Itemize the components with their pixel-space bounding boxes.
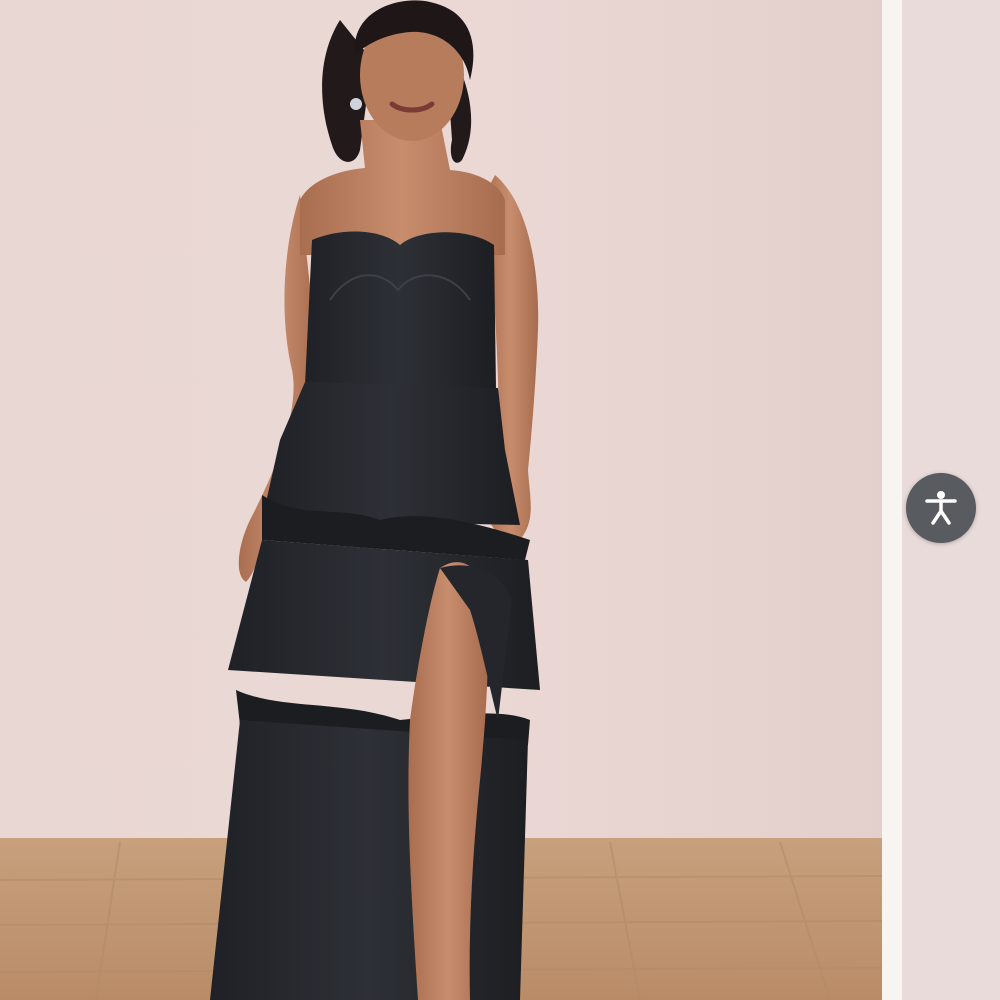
earring	[350, 98, 362, 110]
accessibility-icon	[925, 491, 957, 525]
skirt-tier-1	[262, 382, 520, 525]
accessibility-button[interactable]	[906, 473, 976, 543]
dress-model-illustration	[0, 0, 882, 1000]
product-photo[interactable]	[0, 0, 882, 1000]
gallery-divider	[882, 0, 902, 1000]
product-gallery	[0, 0, 1000, 1000]
bodice	[305, 231, 496, 390]
